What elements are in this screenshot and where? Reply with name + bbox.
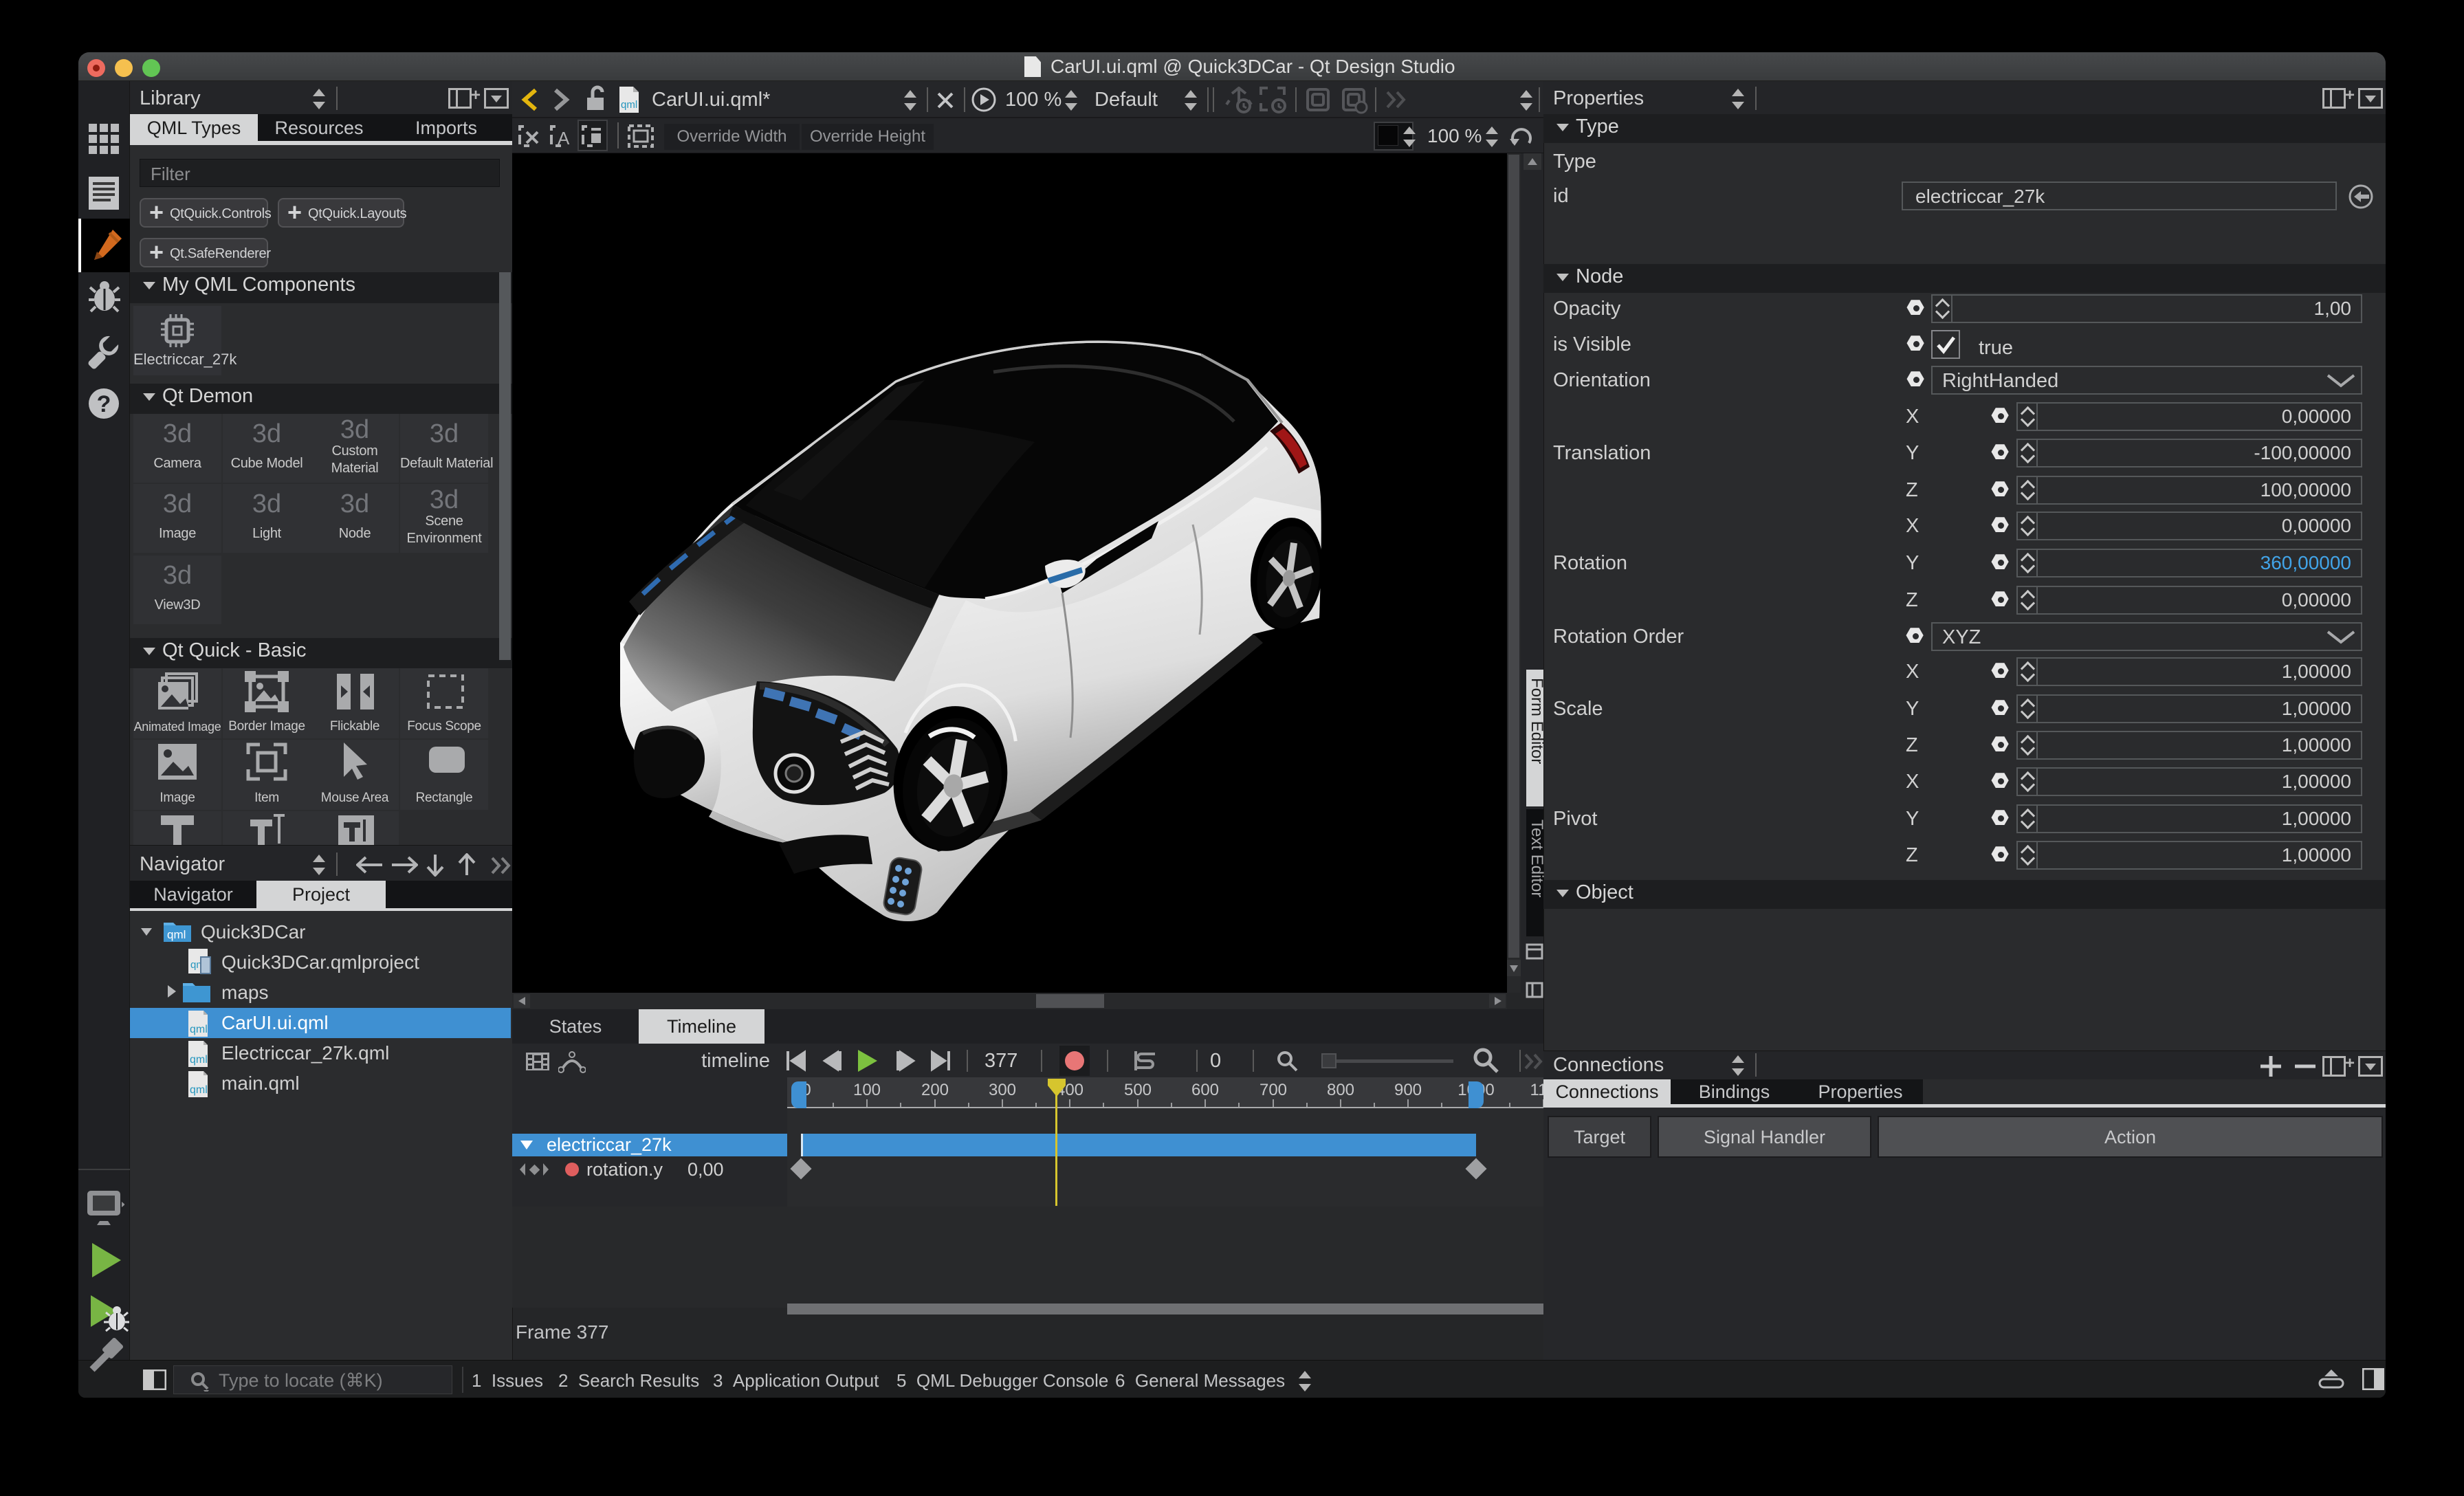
svg-text:qml: qml bbox=[190, 1084, 208, 1096]
svg-text:300: 300 bbox=[989, 1081, 1016, 1099]
svg-text:qml: qml bbox=[167, 928, 186, 941]
svg-text:qml: qml bbox=[190, 1054, 208, 1066]
svg-text:200: 200 bbox=[921, 1081, 949, 1099]
svg-text:qml: qml bbox=[621, 99, 637, 111]
svg-text:100: 100 bbox=[853, 1081, 881, 1099]
svg-text:600: 600 bbox=[1191, 1081, 1219, 1099]
svg-text:11: 11 bbox=[1530, 1081, 1543, 1099]
svg-text:A: A bbox=[558, 128, 570, 148]
svg-text:800: 800 bbox=[1327, 1081, 1354, 1099]
svg-text:qml: qml bbox=[190, 1024, 208, 1035]
svg-text:700: 700 bbox=[1260, 1081, 1287, 1099]
svg-text:900: 900 bbox=[1394, 1081, 1422, 1099]
svg-text:500: 500 bbox=[1124, 1081, 1152, 1099]
